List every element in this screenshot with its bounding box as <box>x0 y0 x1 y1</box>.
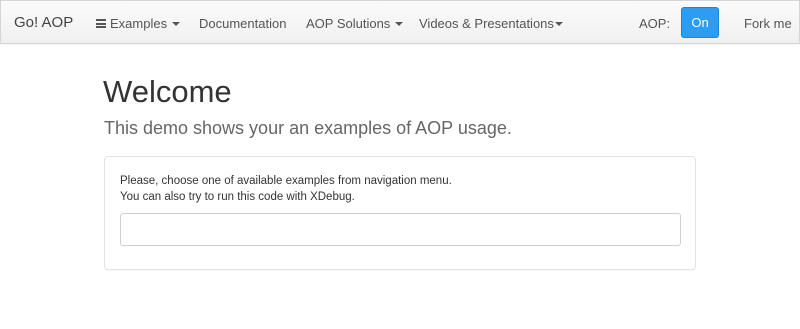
fork-me-link[interactable]: Fork me <box>744 16 792 31</box>
page-lead: This demo shows your an examples of AOP … <box>104 118 512 138</box>
aop-toggle-button[interactable]: On <box>681 7 719 38</box>
caret-down-icon <box>172 22 181 26</box>
nav-videos-label: Videos & Presentations <box>419 16 554 31</box>
panel-text-line-2: You can also try to run this code with X… <box>120 191 355 203</box>
nav-documentation-link[interactable]: Documentation <box>199 16 286 31</box>
brand-link[interactable]: Go! AOP <box>14 14 73 31</box>
nav-aop-solutions-dropdown[interactable]: AOP Solutions <box>306 16 404 31</box>
caret-down-icon <box>554 22 563 26</box>
output-field[interactable] <box>120 213 681 246</box>
page-title: Welcome <box>103 74 232 109</box>
nav-documentation-label: Documentation <box>199 16 287 31</box>
nav-aop-solutions-label: AOP Solutions <box>306 16 391 31</box>
info-panel: Please, choose one of available examples… <box>104 156 696 270</box>
caret-down-icon <box>395 22 404 26</box>
navbar: Go! AOP Examples Documentation AOP Solut… <box>0 0 800 44</box>
nav-examples-label: Examples <box>110 16 168 31</box>
panel-text-line-1: Please, choose one of available examples… <box>120 175 452 187</box>
nav-examples-dropdown[interactable]: Examples <box>96 16 181 31</box>
list-icon <box>96 19 106 28</box>
nav-videos-dropdown[interactable]: Videos & Presentations <box>419 16 563 31</box>
aop-label: AOP: <box>639 16 671 31</box>
